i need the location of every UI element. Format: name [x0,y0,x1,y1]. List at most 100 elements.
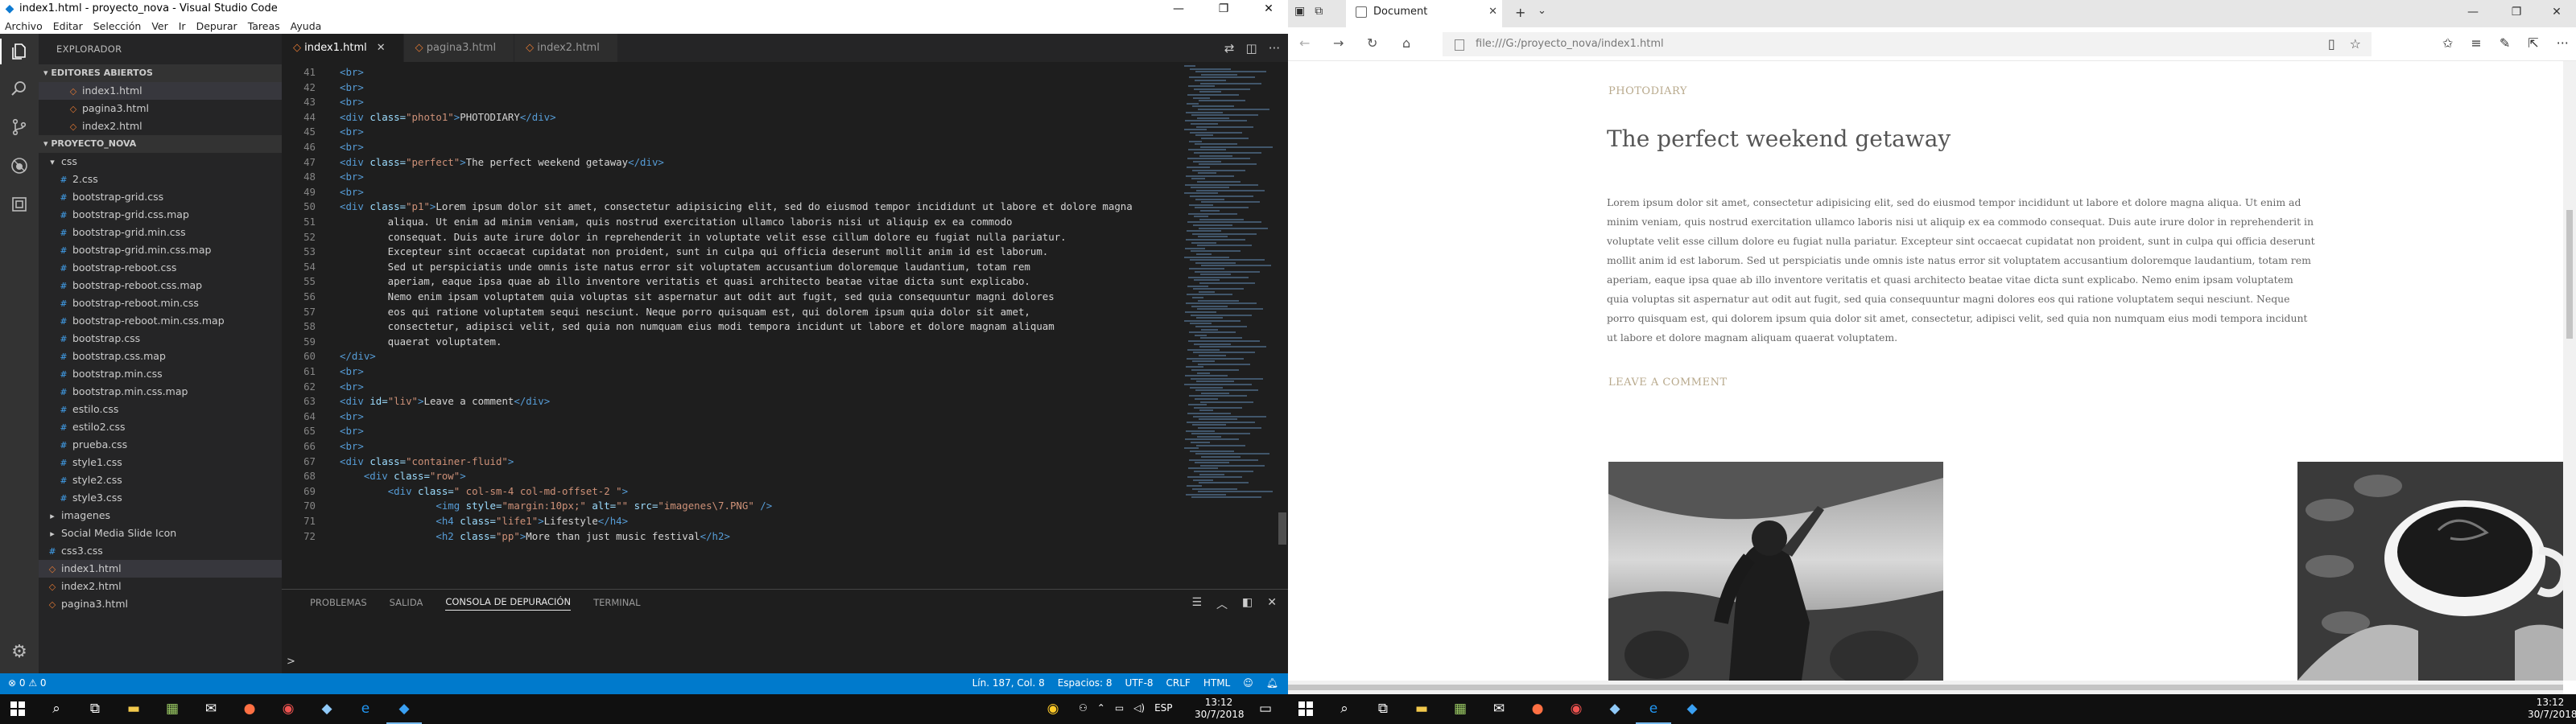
problems-count[interactable]: ⊗ 0 ⚠ 0 [8,677,47,689]
minimap[interactable] [1179,62,1274,512]
tree-file[interactable]: # estilo.css [39,401,282,418]
code-line[interactable]: <br> [340,365,364,377]
source-control-icon[interactable] [6,114,32,140]
language-mode[interactable]: HTML [1203,677,1230,689]
tab-index2[interactable]: ◇ index2.html [514,34,618,62]
tree-folder[interactable]: ▸ imagenes [39,507,282,524]
code-editor[interactable]: 41 <br> 42 <br> 43 <br> 44 <div class="photo1">… [282,62,1175,589]
debug-icon[interactable] [6,153,32,179]
chevron-down-icon[interactable]: ⌄ [1538,5,1546,17]
open-editor-item[interactable]: ◇ index2.html [39,117,282,135]
close-icon[interactable]: ✕ [1488,0,1497,24]
tab-preview-icon[interactable]: ⧉ [1315,5,1323,18]
task-view-icon[interactable]: ⧉ [85,699,105,718]
chrome-icon[interactable]: ◉ [1567,699,1586,718]
code-line[interactable]: consequat. Duis aute irure dolor in repr… [340,231,1067,243]
tree-file[interactable]: # bootstrap-reboot.css.map [39,277,282,294]
code-line[interactable]: <br> [340,440,364,452]
code-line[interactable]: aliqua. Ut enim ad minim veniam, quis no… [340,216,1013,228]
code-line[interactable]: Excepteur sint occaecat cupidatat non pr… [340,245,1049,257]
code-line[interactable]: <div id="liv">Leave a comment</div> [340,395,550,407]
indentation[interactable]: Espacios: 8 [1058,677,1113,689]
code-line[interactable]: <div class=" col-sm-4 col-md-offset-2 "> [340,485,628,497]
code-line[interactable]: <div class="container-fluid"> [340,455,514,467]
url-text[interactable]: file:///G:/proyecto_nova/index1.html [1476,38,1664,50]
chevron-up-icon[interactable]: ⌃ [1097,702,1105,714]
search-icon[interactable] [6,76,32,101]
restore-icon[interactable]: ❐ [2497,3,2536,21]
refresh-icon[interactable]: ↻ [1367,35,1377,51]
clock[interactable]: 13:12 30/7/2018 [2528,697,2576,721]
more-icon[interactable]: ··· [2557,35,2569,51]
scrollbar-thumb[interactable] [1288,685,2563,690]
menu-depurar[interactable]: Depurar [192,18,243,34]
new-tab-icon[interactable]: + [1515,5,1525,20]
tree-file[interactable]: # bootstrap-grid.css [39,188,282,206]
code-line[interactable]: <br> [340,96,364,108]
action-center-icon[interactable]: ▭ [1256,699,1275,718]
search-icon[interactable]: ⌕ [47,699,66,718]
code-line[interactable]: quaerat voluptatem. [340,335,502,348]
code-line[interactable]: <div class="photo1">PHOTODIARY</div> [340,111,556,123]
store-icon[interactable]: ▦ [1451,699,1470,718]
windows-start-icon[interactable] [1296,699,1315,718]
panel-tab-problemas[interactable]: PROBLEMAS [310,597,367,611]
favorite-star-icon[interactable]: ☆ [2350,36,2361,51]
file-explorer-icon[interactable]: ▬ [1412,699,1431,718]
tree-file[interactable]: # bootstrap-reboot.css [39,259,282,277]
code-line[interactable]: <h4 class="life1">Lifestyle</h4> [340,515,628,527]
tree-file[interactable]: #2.css [39,171,282,188]
vscode-taskbar-icon[interactable]: ◆ [1682,699,1702,718]
open-editor-item[interactable]: ◇ index1.html [39,82,282,100]
code-line[interactable]: consectetur, adipisci velit, sed quia no… [340,320,1055,332]
code-line[interactable]: <br> [340,81,364,93]
tree-file[interactable]: # estilo2.css [39,418,282,436]
menu-ver[interactable]: Ver [147,18,173,34]
tree-file[interactable]: # prueba.css [39,436,282,454]
search-icon[interactable]: ⌕ [1335,699,1354,718]
firefox-icon[interactable]: ● [1528,699,1547,718]
scrollbar-thumb[interactable] [1278,512,1286,545]
tree-file[interactable]: # bootstrap-grid.min.css [39,224,282,241]
volume-icon[interactable]: ◁) [1133,702,1145,714]
more-actions-icon[interactable]: ··· [1269,41,1280,56]
file-explorer-icon[interactable]: ▬ [124,699,143,718]
task-view-icon[interactable]: ⧉ [1373,699,1393,718]
code-line[interactable]: <div class="p1">Lorem ipsum dolor sit am… [340,200,1133,212]
tree-file[interactable]: # bootstrap.min.css [39,365,282,383]
panel-tab-consola[interactable]: CONSOLA DE DEPURACIÓN [445,596,572,611]
app-icon[interactable]: ◆ [1605,699,1624,718]
tree-file[interactable]: ◇ index2.html [39,578,282,595]
browser-tab[interactable]: Document ✕ [1346,0,1502,27]
web-note-icon[interactable]: ✎ [2500,35,2510,51]
code-line[interactable]: <br> [340,381,364,393]
back-icon[interactable]: ← [1299,35,1310,51]
minimize-icon[interactable]: — [2454,3,2492,21]
tree-file[interactable]: # bootstrap.min.css.map [39,383,282,401]
smiley-feedback-icon[interactable]: ☺ [1243,677,1253,689]
clock[interactable]: 13:12 30/7/2018 [1195,697,1245,721]
close-icon[interactable]: ✕ [1249,0,1288,18]
hub-icon[interactable]: ≡ [2471,35,2481,51]
extensions-icon[interactable] [6,191,32,217]
chevron-up-icon[interactable]: ︿ [1216,596,1228,612]
tree-file[interactable]: # bootstrap-reboot.min.css.map [39,312,282,330]
app-icon[interactable]: ◆ [317,699,336,718]
maximize-panel-icon[interactable]: ◧ [1242,596,1253,612]
reading-view-icon[interactable]: ▯ [2328,36,2335,51]
code-line[interactable]: <img style="margin:10px;" alt="" src="im… [340,500,772,512]
bell-icon[interactable]: 🔔︎ [1266,677,1278,689]
tree-file[interactable]: # bootstrap.css.map [39,348,282,365]
split-editor-icon[interactable]: ◫ [1246,41,1257,56]
people-icon[interactable]: ⚇ [1079,702,1088,714]
code-line[interactable]: </div> [340,350,376,362]
open-editors-section[interactable]: ▾ EDITORES ABIERTOS [39,64,282,82]
open-changes-icon[interactable]: ⇄ [1224,41,1235,56]
tree-folder[interactable]: ▾ css [39,153,282,171]
code-line[interactable]: <h2 class="pp">More than just music fest… [340,530,730,542]
cursor-position[interactable]: Lín. 187, Col. 8 [972,677,1045,689]
menu-tareas[interactable]: Tareas [243,18,286,34]
favorites-hub-icon[interactable]: ✩ [2442,35,2453,51]
tree-file[interactable]: # bootstrap-grid.css.map [39,206,282,224]
page-scrollbar[interactable] [2563,61,2576,681]
